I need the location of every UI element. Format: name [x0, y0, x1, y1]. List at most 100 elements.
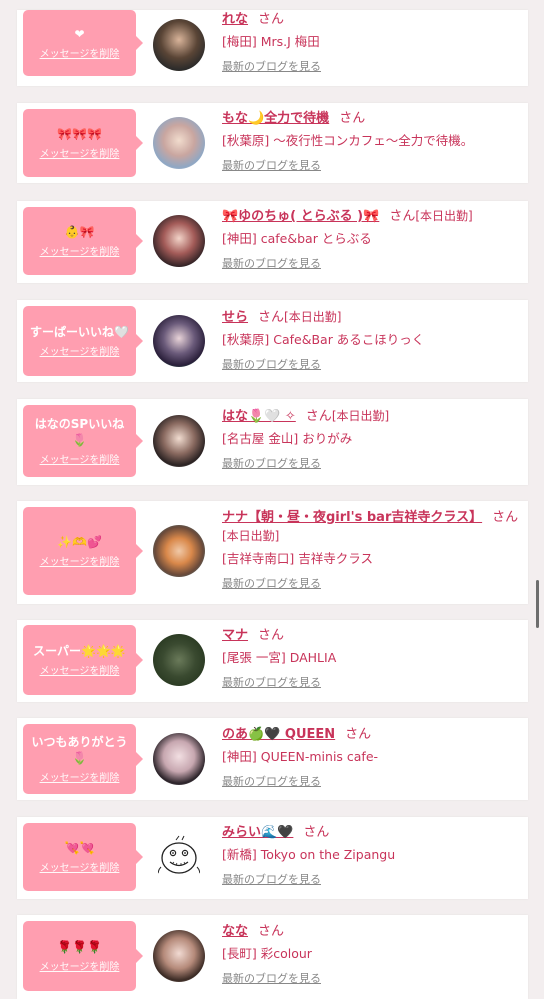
message-bubble: 👶🎀 メッセージを削除: [23, 207, 143, 275]
list-item: ✨🫶💕 メッセージを削除 ナナ【朝・昼・夜girl's bar吉祥寺クラス】 さん…: [17, 501, 528, 604]
list-item: 🌹🌹🌹 メッセージを削除 なな さん [長町] 彩colour 最新のブログを見る: [17, 915, 528, 999]
latest-blog-link[interactable]: 最新のブログを見る: [222, 972, 522, 986]
list-item: はなのSPいいね🌷 メッセージを削除 はな🌷🤍 ✧ さん[本日出勤] [名古屋 金…: [17, 399, 528, 485]
list-item: 💘💘 メッセージを削除 みらい🌊🖤 さん [新橋] Tokyo on the Zi…: [17, 817, 528, 899]
list-item: 👶🎀 メッセージを削除 🎀ゆのちゅ( とらぶる )🎀 さん[本日出勤] [神田] …: [17, 201, 528, 283]
message-bubble: すーぱーいいね🤍 メッセージを削除: [23, 306, 143, 376]
list-item: すーぱーいいね🤍 メッセージを削除 せら さん[本日出勤] [秋葉原] Cafe&…: [17, 300, 528, 382]
profile-info: はな🌷🤍 ✧ さん[本日出勤] [名古屋 金山] おりがみ 最新のブログを見る: [222, 407, 522, 471]
san-label: さん: [258, 12, 285, 27]
status-badge: [本日出勤]: [415, 209, 473, 223]
avatar[interactable]: [153, 634, 205, 686]
delete-message-link[interactable]: メッセージを削除: [40, 662, 120, 677]
list-item: いつもありがとう🌷 メッセージを削除 のあ🍏🖤 QUEEN さん [神田] QUE…: [17, 718, 528, 800]
san-label: さん: [258, 310, 285, 325]
girl-name-link[interactable]: なな: [222, 924, 248, 939]
message-text: 👶🎀: [64, 225, 95, 239]
girl-name-link[interactable]: みらい🌊🖤: [222, 825, 293, 840]
latest-blog-link[interactable]: 最新のブログを見る: [222, 60, 522, 74]
girl-name-link[interactable]: はな🌷🤍 ✧: [222, 409, 296, 424]
message-bubble: ✨🫶💕 メッセージを削除: [23, 507, 143, 595]
avatar[interactable]: [153, 525, 205, 577]
delete-message-link[interactable]: メッセージを削除: [40, 859, 120, 874]
girl-name-link[interactable]: せら: [222, 310, 248, 325]
avatar[interactable]: [153, 831, 205, 883]
latest-blog-link[interactable]: 最新のブログを見る: [222, 873, 522, 887]
avatar[interactable]: [153, 315, 205, 367]
delete-message-link[interactable]: メッセージを削除: [40, 958, 120, 973]
profile-info: 🎀ゆのちゅ( とらぶる )🎀 さん[本日出勤] [神田] cafe&bar とらぶ…: [222, 207, 522, 271]
status-badge: [本日出勤]: [331, 409, 390, 423]
avatar[interactable]: [153, 117, 205, 169]
profile-info: みらい🌊🖤 さん [新橋] Tokyo on the Zipangu 最新のブログ…: [222, 823, 522, 887]
shop-name: [吉祥寺南口] 吉祥寺クラス: [222, 551, 373, 566]
latest-blog-link[interactable]: 最新のブログを見る: [222, 358, 522, 372]
shop-name: [神田] cafe&bar とらぶる: [222, 231, 372, 246]
san-label: さん: [258, 628, 285, 643]
profile-info: マナ さん [尾張 一宮] DAHLIA 最新のブログを見る: [222, 626, 522, 690]
delete-message-link[interactable]: メッセージを削除: [40, 451, 120, 466]
profile-info: ナナ【朝・昼・夜girl's bar吉祥寺クラス】 さん [本日出勤] [吉祥寺南口…: [222, 509, 522, 591]
message-bubble: スーパー🌟🌟🌟 メッセージを削除: [23, 625, 143, 695]
latest-blog-link[interactable]: 最新のブログを見る: [222, 159, 522, 173]
list-item: 🎀🎀🎀 メッセージを削除 もな🌙全力で待機 さん [秋葉原] 〜夜行性コンカフェ〜…: [17, 103, 528, 183]
profile-info: なな さん [長町] 彩colour 最新のブログを見る: [222, 922, 522, 986]
profile-info: のあ🍏🖤 QUEEN さん [神田] QUEEN-minis cafe- 最新のブ…: [222, 725, 522, 789]
message-text: すーぱーいいね🤍: [30, 325, 129, 339]
girl-name-link[interactable]: ナナ【朝・昼・夜girl's bar吉祥寺クラス】: [222, 510, 482, 525]
san-label: さん: [339, 111, 366, 126]
status-badge: [本日出勤]: [222, 529, 280, 543]
shop-name: [秋葉原] Cafe&Bar あるこほりっく: [222, 332, 425, 347]
delete-message-link[interactable]: メッセージを削除: [40, 343, 120, 358]
list-item: スーパー🌟🌟🌟 メッセージを削除 マナ さん [尾張 一宮] DAHLIA 最新の…: [17, 620, 528, 702]
message-text: 🌹🌹🌹: [57, 940, 102, 954]
delete-message-link[interactable]: メッセージを削除: [40, 145, 120, 160]
avatar[interactable]: [153, 215, 205, 267]
latest-blog-link[interactable]: 最新のブログを見る: [222, 676, 522, 690]
delete-message-link[interactable]: メッセージを削除: [40, 243, 120, 258]
message-bubble: ❤ メッセージを削除: [23, 10, 143, 76]
girl-name-link[interactable]: マナ: [222, 628, 248, 643]
shop-name: [尾張 一宮] DAHLIA: [222, 650, 337, 665]
latest-blog-link[interactable]: 最新のブログを見る: [222, 775, 522, 789]
message-bubble: はなのSPいいね🌷 メッセージを削除: [23, 405, 143, 477]
message-text: いつもありがとう🌷: [31, 735, 128, 765]
status-badge: [本日出勤]: [284, 310, 342, 324]
delete-message-link[interactable]: メッセージを削除: [40, 45, 120, 60]
profile-info: もな🌙全力で待機 さん [秋葉原] 〜夜行性コンカフェ〜全力で待機。 最新のブログ…: [222, 109, 522, 173]
avatar[interactable]: [153, 733, 205, 785]
latest-blog-link[interactable]: 最新のブログを見る: [222, 257, 522, 271]
latest-blog-link[interactable]: 最新のブログを見る: [222, 577, 522, 591]
girl-name-link[interactable]: 🎀ゆのちゅ( とらぶる )🎀: [222, 209, 379, 224]
profile-info: せら さん[本日出勤] [秋葉原] Cafe&Bar あるこほりっく 最新のブログ…: [222, 308, 522, 372]
message-text: ✨🫶💕: [57, 535, 102, 549]
list-item: ❤ メッセージを削除 れな さん [梅田] Mrs.J 梅田 最新のブログを見る: [17, 10, 528, 86]
shop-name: [神田] QUEEN-minis cafe-: [222, 749, 379, 764]
message-bubble: 🌹🌹🌹 メッセージを削除: [23, 921, 143, 991]
avatar[interactable]: [153, 19, 205, 71]
message-text: 🎀🎀🎀: [57, 127, 102, 141]
san-label: さん: [345, 727, 372, 742]
shop-name: [長町] 彩colour: [222, 946, 312, 961]
girl-name-link[interactable]: のあ🍏🖤 QUEEN: [222, 727, 335, 742]
scrollbar[interactable]: [536, 580, 539, 628]
message-bubble: 🎀🎀🎀 メッセージを削除: [23, 109, 143, 177]
face-doodle-icon: [157, 835, 201, 877]
message-text: スーパー🌟🌟🌟: [33, 644, 126, 658]
shop-name: [新橋] Tokyo on the Zipangu: [222, 847, 396, 862]
avatar[interactable]: [153, 415, 205, 467]
latest-blog-link[interactable]: 最新のブログを見る: [222, 457, 522, 471]
delete-message-link[interactable]: メッセージを削除: [40, 553, 120, 568]
girl-name-link[interactable]: れな: [222, 12, 248, 27]
girl-name-link[interactable]: もな🌙全力で待機: [222, 111, 329, 126]
message-bubble: いつもありがとう🌷 メッセージを削除: [23, 724, 143, 794]
san-label: さん: [303, 825, 330, 840]
shop-name: [秋葉原] 〜夜行性コンカフェ〜全力で待機。: [222, 133, 474, 148]
message-text: はなのSPいいね🌷: [34, 417, 125, 447]
message-text: 💘💘: [64, 841, 95, 855]
delete-message-link[interactable]: メッセージを削除: [40, 769, 120, 784]
shop-name: [名古屋 金山] おりがみ: [222, 431, 353, 446]
message-text: ❤: [74, 27, 85, 41]
san-label: さん: [258, 924, 285, 939]
avatar[interactable]: [153, 930, 205, 982]
